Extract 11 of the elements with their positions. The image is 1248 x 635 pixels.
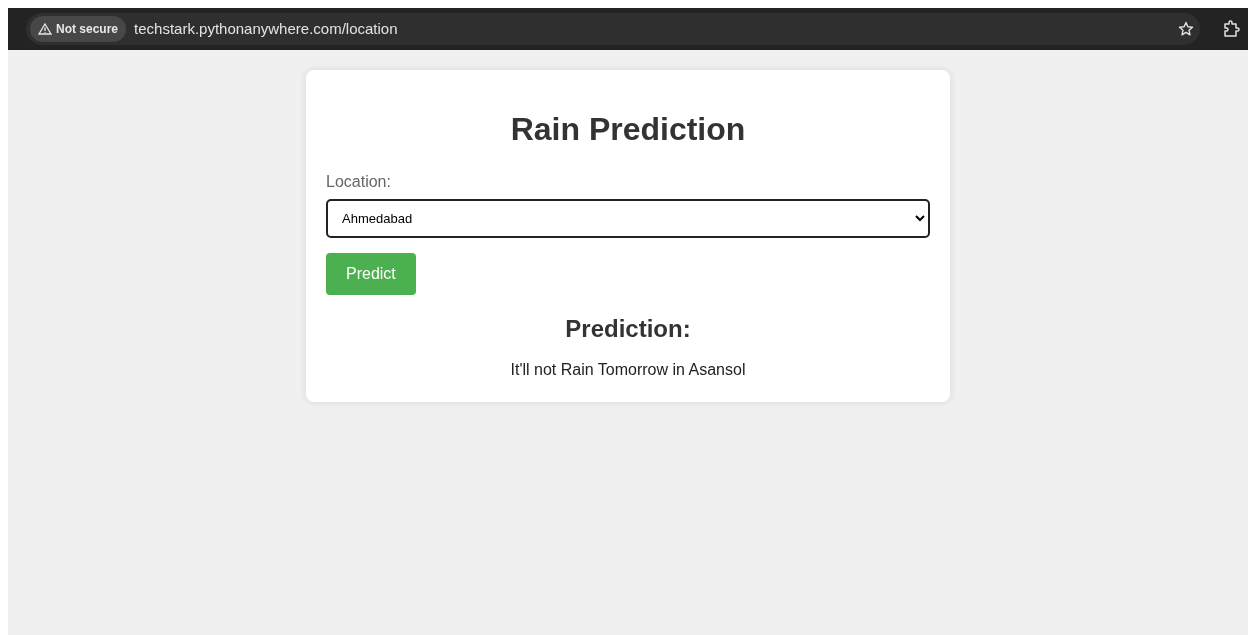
- address-bar[interactable]: Not secure techstark.pythonanywhere.com/location: [26, 13, 1200, 45]
- star-icon[interactable]: [1178, 21, 1194, 37]
- result-heading: Prediction:: [564, 315, 692, 345]
- result-text: It'll not Rain Tomorrow in Asansol: [509, 360, 747, 381]
- url-text: techstark.pythonanywhere.com/location: [134, 18, 398, 39]
- page-title: Rain Prediction: [509, 110, 747, 149]
- extensions-icon[interactable]: [1222, 20, 1240, 38]
- location-select[interactable]: Ahmedabad: [326, 199, 930, 239]
- warning-icon: [38, 23, 52, 35]
- security-chip[interactable]: Not secure: [30, 16, 127, 42]
- field-label: Location:: [326, 172, 392, 193]
